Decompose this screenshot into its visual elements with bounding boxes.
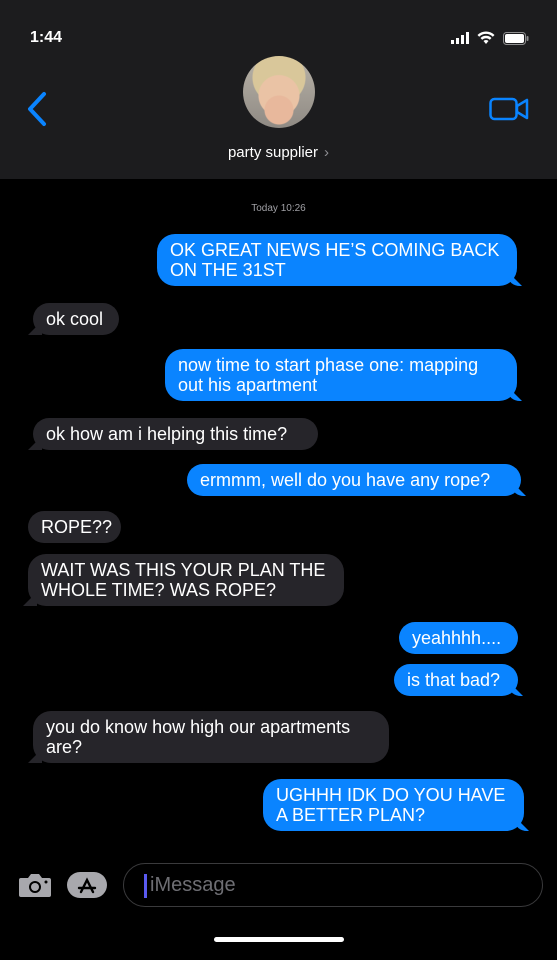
contact-name-button[interactable]: party supplier › <box>0 144 557 161</box>
signal-icon <box>451 32 469 44</box>
message-bubble-sent[interactable]: now time to start phase one: mapping out… <box>165 349 517 401</box>
thread-timestamp: Today 10:26 <box>251 203 306 214</box>
home-indicator[interactable] <box>214 937 344 942</box>
text-cursor <box>144 874 147 898</box>
message-text: UGHHH IDK DO YOU HAVE A BETTER PLAN? <box>276 785 506 825</box>
imessage-input[interactable]: iMessage <box>123 863 543 907</box>
app-store-icon[interactable] <box>66 871 108 899</box>
message-text: ok how am i helping this time? <box>46 424 288 444</box>
input-placeholder: iMessage <box>150 874 236 896</box>
message-text: you do know how high our apartments are? <box>46 717 351 757</box>
message-text: ermmm, well do you have any rope? <box>200 470 491 490</box>
message-text: yeahhhh.... <box>412 628 502 648</box>
message-bubble-sent[interactable]: OK GREAT NEWS HE’S COMING BACK ON THE 31… <box>157 234 517 286</box>
message-bubble-received[interactable]: you do know how high our apartments are? <box>33 711 389 763</box>
message-bubble-received[interactable]: ok cool <box>33 303 119 335</box>
message-text: ROPE?? <box>41 517 113 537</box>
message-text: is that bad? <box>407 670 501 690</box>
status-time: 1:44 <box>30 29 63 46</box>
message-text: OK GREAT NEWS HE’S COMING BACK ON THE 31… <box>170 240 500 280</box>
message-text: WAIT WAS THIS YOUR PLAN THE WHOLE TIME? … <box>41 560 326 600</box>
message-bubble-received[interactable]: ROPE?? <box>28 511 121 543</box>
contact-name: party supplier <box>227 144 319 161</box>
message-text: now time to start phase one: mapping out… <box>178 355 479 395</box>
contact-avatar[interactable] <box>243 56 315 128</box>
wifi-icon <box>477 31 495 44</box>
message-bubble-sent[interactable]: ermmm, well do you have any rope? <box>187 464 521 496</box>
battery-icon <box>503 32 529 45</box>
message-bubble-sent[interactable]: yeahhhh.... <box>399 622 518 654</box>
message-bubble-sent[interactable]: is that bad? <box>394 664 518 696</box>
camera-icon[interactable] <box>18 872 52 898</box>
message-text: ok cool <box>46 309 104 329</box>
message-bubble-received[interactable]: WAIT WAS THIS YOUR PLAN THE WHOLE TIME? … <box>28 554 344 606</box>
back-chevron-icon[interactable] <box>24 90 50 128</box>
message-bubble-received[interactable]: ok how am i helping this time? <box>33 418 318 450</box>
conversation-header: 1:44 party supplier › <box>0 0 557 179</box>
message-bubble-sent[interactable]: UGHHH IDK DO YOU HAVE A BETTER PLAN? <box>263 779 524 831</box>
video-call-icon[interactable] <box>489 96 529 122</box>
chevron-right-icon: › <box>324 144 330 161</box>
